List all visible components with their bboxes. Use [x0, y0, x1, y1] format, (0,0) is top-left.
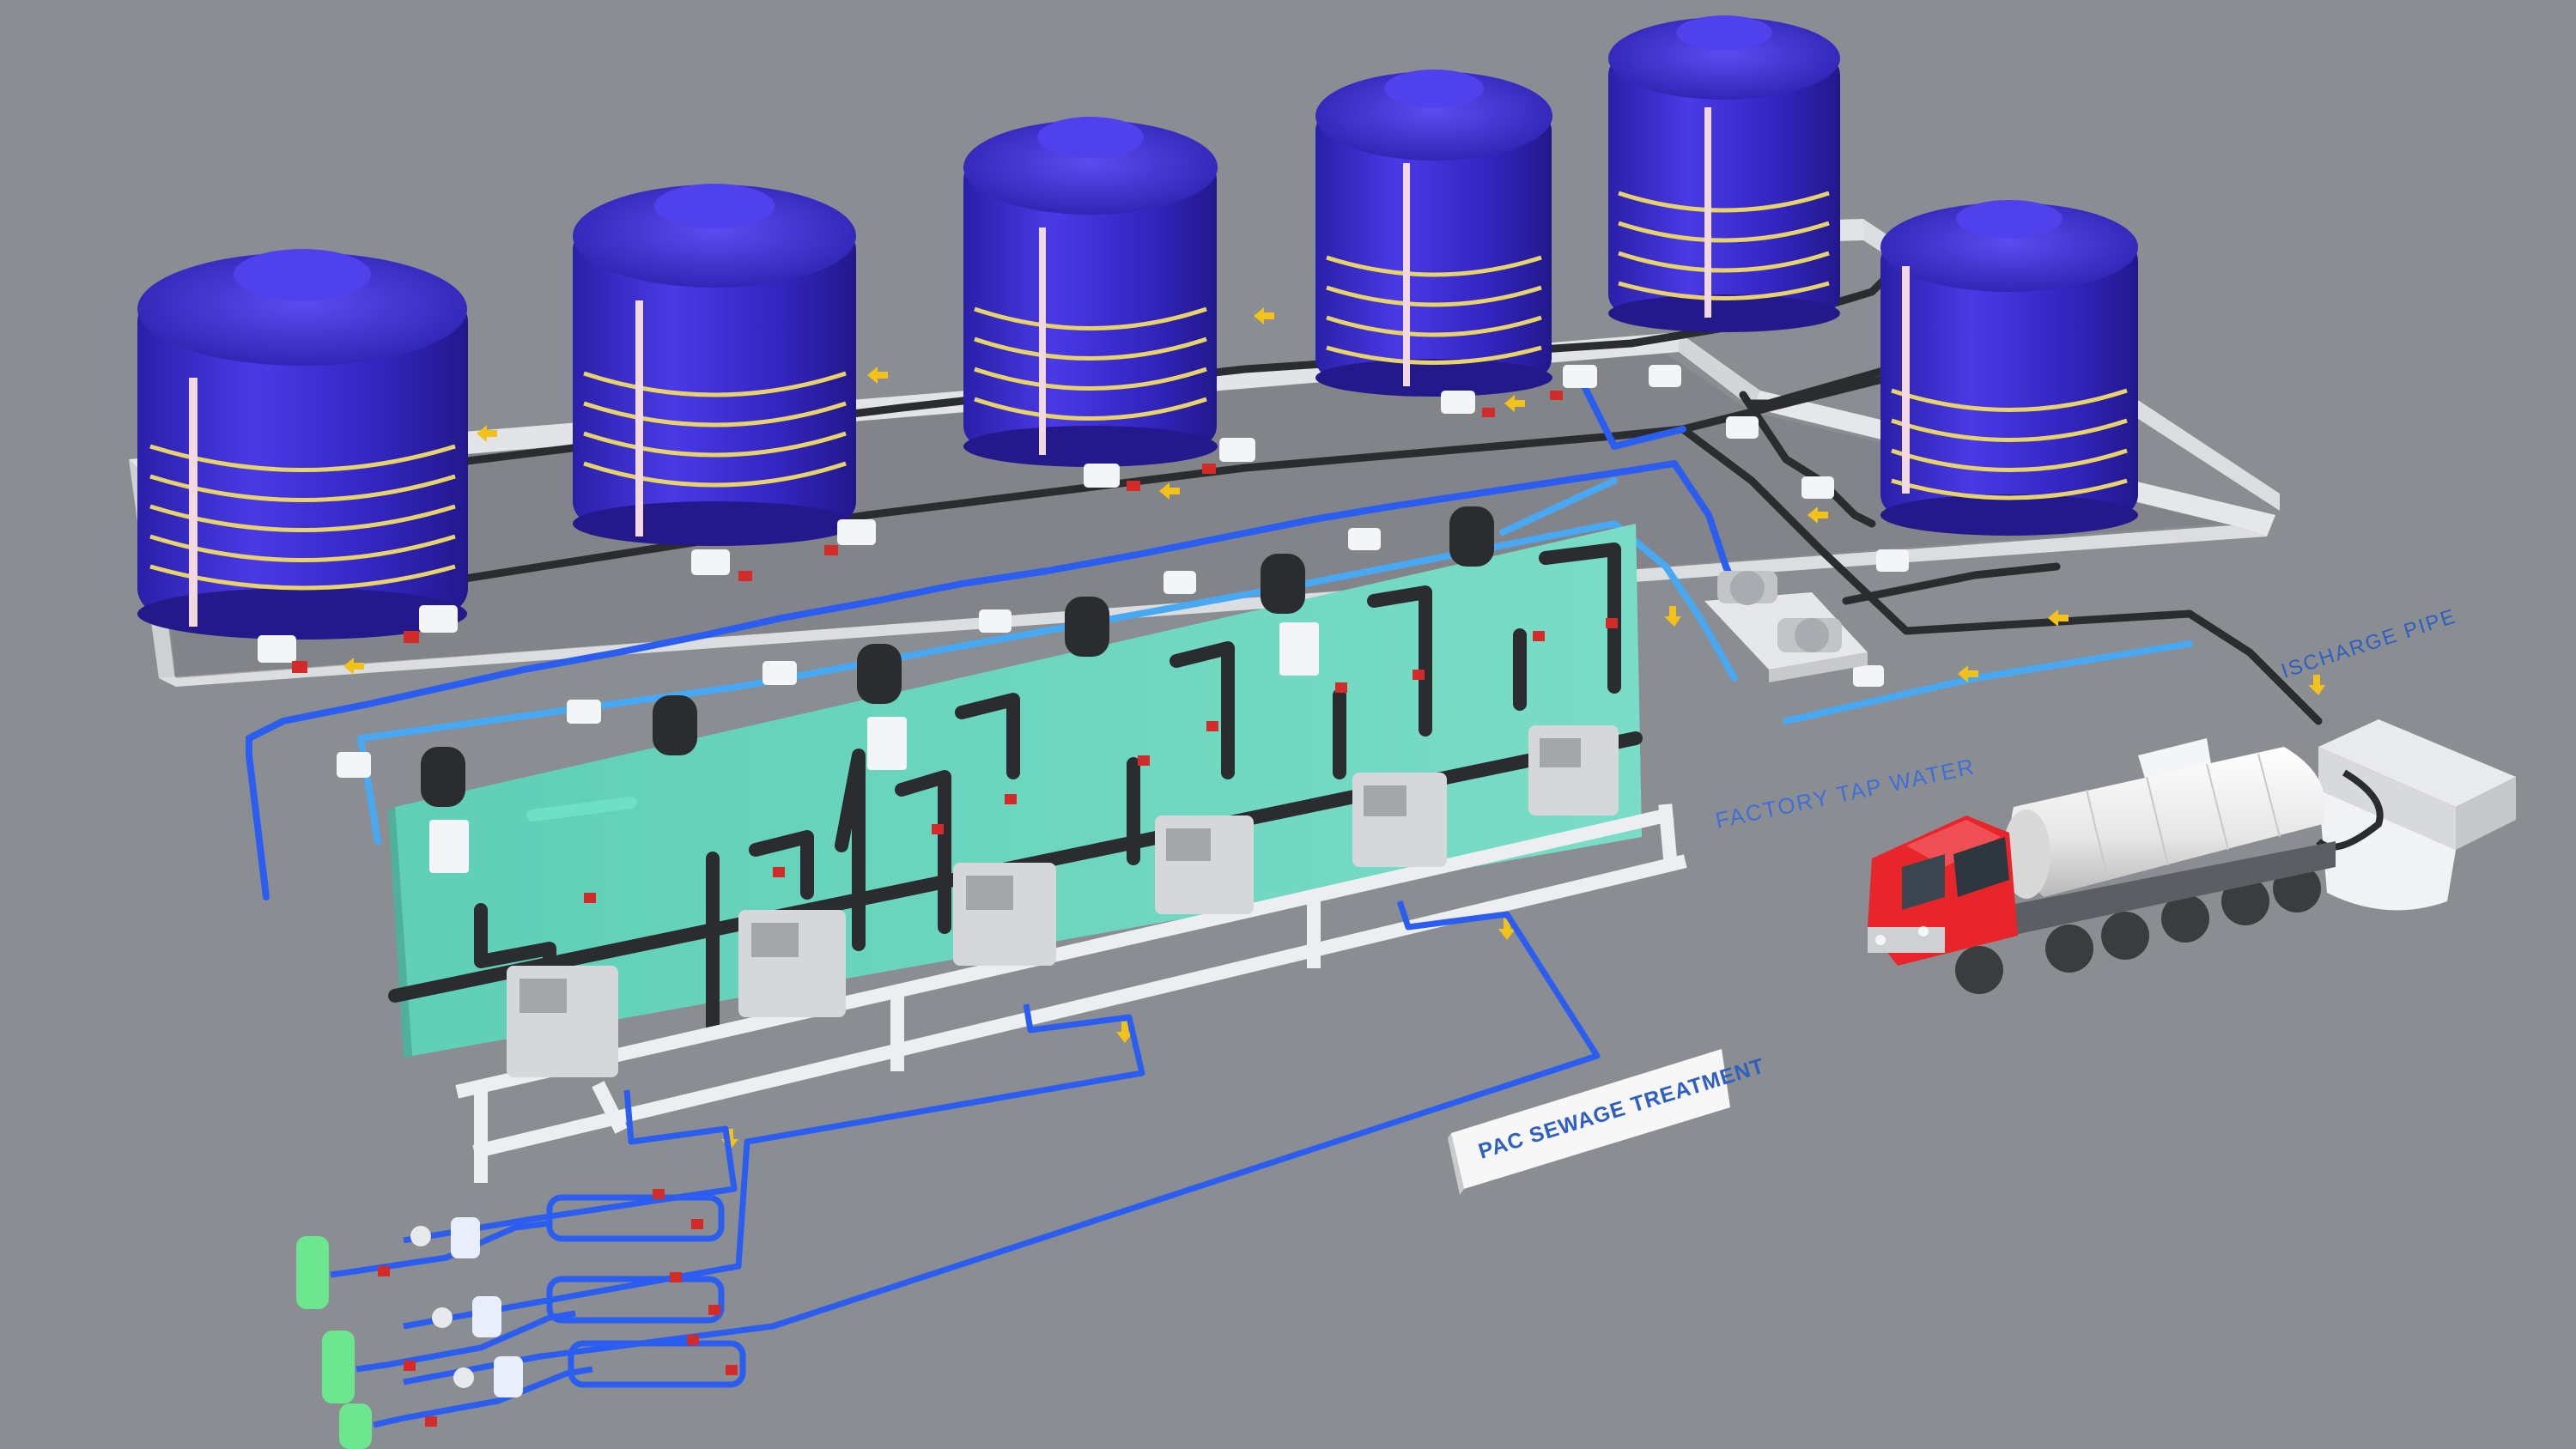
truck-cab	[1868, 815, 2018, 966]
valve-icon	[567, 700, 601, 724]
storage-tank-icon	[1608, 15, 1840, 332]
pac-sign: PAC SEWAGE TREATMENT	[1448, 1049, 1767, 1195]
storage-tank-icon	[573, 184, 856, 546]
flow-arrow-icon	[1254, 307, 1274, 324]
valve-icon	[1726, 416, 1759, 439]
flowmeter-assemblies	[296, 1189, 746, 1449]
dosing-unit-icon	[738, 910, 846, 1017]
valve-icon	[337, 752, 371, 778]
flow-arrow-icon	[2308, 675, 2325, 695]
dosing-unit-icon	[1155, 815, 1254, 914]
dosing-unit-icon	[1352, 773, 1447, 867]
valve-icon	[1649, 365, 1681, 387]
control-box-icon	[429, 820, 469, 873]
factory-tap-water-label: FACTORY TAP WATER	[1713, 753, 1978, 833]
pump-icon	[1717, 571, 1777, 605]
valve-icon	[1801, 476, 1834, 499]
dosing-unit-icon	[953, 863, 1056, 966]
storage-tank-icon	[1315, 70, 1552, 397]
valve-icon	[979, 609, 1012, 633]
storage-tank-icon	[137, 249, 468, 640]
flow-arrow-icon	[867, 367, 888, 384]
valve-icon	[1348, 528, 1381, 550]
dosing-unit-icon	[507, 966, 618, 1077]
valve-icon	[1876, 549, 1909, 572]
discharge-pipe-label: ISCHARGE PIPE	[2279, 604, 2460, 682]
control-box-icon	[867, 717, 907, 770]
storage-tank-icon	[1880, 200, 2138, 536]
discharge-bin	[2316, 719, 2516, 911]
storage-tank-icon	[963, 117, 1218, 467]
valve-icon	[1853, 665, 1884, 687]
flow-arrow-icon	[1664, 606, 1681, 627]
flowmeter-assembly	[296, 1194, 725, 1309]
pac-treatment-diagram: FACTORY TAP WATER ISCHARGE PIPE PAC SEWA…	[129, 15, 2516, 1449]
dosing-unit-icon	[1528, 725, 1619, 815]
control-box-icon	[1279, 622, 1319, 676]
pump-icon	[1777, 618, 1842, 652]
valve-icon	[1163, 571, 1196, 594]
valve-icon	[762, 661, 797, 685]
